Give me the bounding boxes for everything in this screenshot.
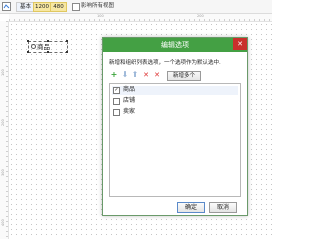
option-label: 卖家: [123, 108, 136, 115]
delete-icon[interactable]: ✕: [142, 71, 150, 79]
dialog-description: 新增和组织列表选项，一个选项作为默认选中.: [109, 60, 221, 66]
list-item[interactable]: ✓ 商品: [112, 86, 238, 95]
cancel-button[interactable]: 取消: [209, 202, 237, 213]
ruler-tick-label: 200: [1, 119, 5, 126]
width-field[interactable]: 1200: [33, 2, 51, 12]
ruler-tick-label: 200: [197, 14, 204, 18]
plus-icon[interactable]: +: [110, 71, 118, 79]
height-field[interactable]: 480: [50, 2, 67, 12]
vertical-ruler: 100 200 300 400: [0, 21, 9, 239]
affect-all-views-checkbox[interactable]: [72, 3, 80, 11]
resize-handle[interactable]: [47, 51, 49, 53]
ok-button[interactable]: 确定: [177, 202, 205, 213]
option-label: 商品: [123, 86, 136, 93]
toolbar: 基本 1200 480 影响所有视图: [0, 0, 272, 14]
resize-handle[interactable]: [47, 40, 49, 42]
resize-handle[interactable]: [66, 40, 68, 42]
resize-handle[interactable]: [66, 51, 68, 53]
option-label: 店铺: [123, 97, 136, 104]
list-item[interactable]: 卖家: [112, 108, 238, 117]
radio-icon: [31, 44, 36, 49]
options-list: ✓ 商品 店铺 卖家: [109, 83, 241, 197]
resize-handle[interactable]: [27, 40, 29, 42]
ruler-tick-label: 100: [1, 69, 5, 76]
list-item[interactable]: 店铺: [112, 97, 238, 106]
delete-all-icon[interactable]: ✕: [153, 71, 161, 79]
horizontal-ruler: 100 200: [9, 14, 272, 22]
edit-options-dialog: 编辑选项 ✕ 新增和组织列表选项，一个选项作为默认选中. + ⬇ ⬆ ✕ ✕ 新…: [102, 37, 248, 216]
ruler-tick-label: 100: [97, 14, 104, 18]
default-checkbox[interactable]: [113, 98, 120, 105]
dialog-title: 编辑选项: [103, 38, 247, 52]
resize-handle[interactable]: [27, 51, 29, 53]
radio-widget[interactable]: 商品: [27, 40, 68, 53]
ruler-tick-label: 300: [1, 169, 5, 176]
affect-all-views-label: 影响所有视图: [81, 3, 115, 9]
batch-add-button[interactable]: 新增多个: [167, 71, 201, 81]
close-icon[interactable]: ✕: [233, 38, 247, 50]
default-checkbox[interactable]: [113, 109, 120, 116]
move-down-icon[interactable]: ⬇: [121, 71, 129, 79]
radio-widget-label: 商品: [37, 43, 50, 51]
default-checkbox[interactable]: ✓: [113, 87, 120, 94]
app-logo-icon: [2, 2, 11, 11]
move-up-icon[interactable]: ⬆: [131, 71, 139, 79]
ruler-tick-label: 400: [1, 219, 5, 226]
